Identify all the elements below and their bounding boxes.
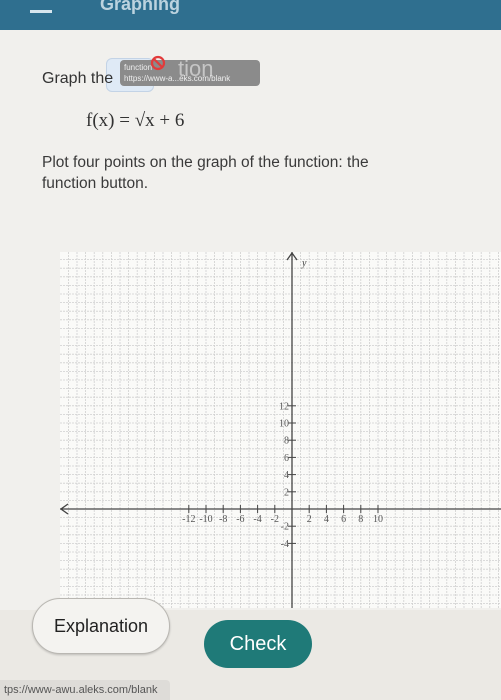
y-axis-label: y (301, 258, 307, 269)
link-tooltip: function tion https://www-a...eks.com/bl… (120, 56, 260, 86)
x-tick-label: -12 (182, 514, 195, 525)
x-tick-label: 10 (373, 514, 383, 525)
check-button[interactable]: Check (204, 620, 312, 668)
x-tick-label: 4 (324, 514, 329, 525)
x-tick-label: -6 (236, 514, 244, 525)
y-tick-label: 4 (284, 470, 289, 481)
top-bar: Graphing (0, 0, 501, 30)
x-tick-label: -2 (271, 514, 279, 525)
y-tick-label: 2 (284, 487, 289, 498)
instructions: Plot four points on the graph of the fun… (42, 152, 501, 194)
x-tick-label: 8 (358, 514, 363, 525)
page-title: Graphing (100, 0, 180, 14)
y-tick-label: 8 (284, 436, 289, 447)
y-tick-label: -4 (281, 539, 289, 550)
graph-grid[interactable]: y -12 -10 -8 -6 -4 -2 2 4 6 8 10 12 10 8 6 4 2 -2 -4 (60, 252, 501, 608)
explanation-button[interactable]: Explanation (32, 598, 170, 654)
y-tick-label: 12 (279, 401, 289, 412)
x-tick-label: -8 (219, 514, 227, 525)
instructions-text-2: function button. (42, 175, 148, 192)
blocked-icon (150, 55, 166, 71)
y-tick-label: 10 (279, 419, 289, 430)
graph-label: Graph the (42, 70, 114, 87)
x-tick-label: 2 (307, 514, 312, 525)
instructions-text: Plot four points on the graph of the fun… (42, 154, 369, 171)
menu-icon[interactable] (30, 10, 52, 13)
y-tick-label: -2 (281, 522, 289, 533)
status-url: tps://www-awu.aleks.com/blank (0, 680, 170, 700)
tooltip-title: function (124, 63, 153, 72)
x-tick-label: 6 (341, 514, 346, 525)
function-equation: f(x) = √x + 6 (86, 110, 185, 131)
grid-background (60, 252, 501, 608)
x-tick-label: -10 (199, 514, 212, 525)
y-tick-label: 6 (284, 453, 289, 464)
x-tick-label: -4 (253, 514, 261, 525)
tooltip-url: https://www-a...eks.com/blank (124, 74, 231, 83)
